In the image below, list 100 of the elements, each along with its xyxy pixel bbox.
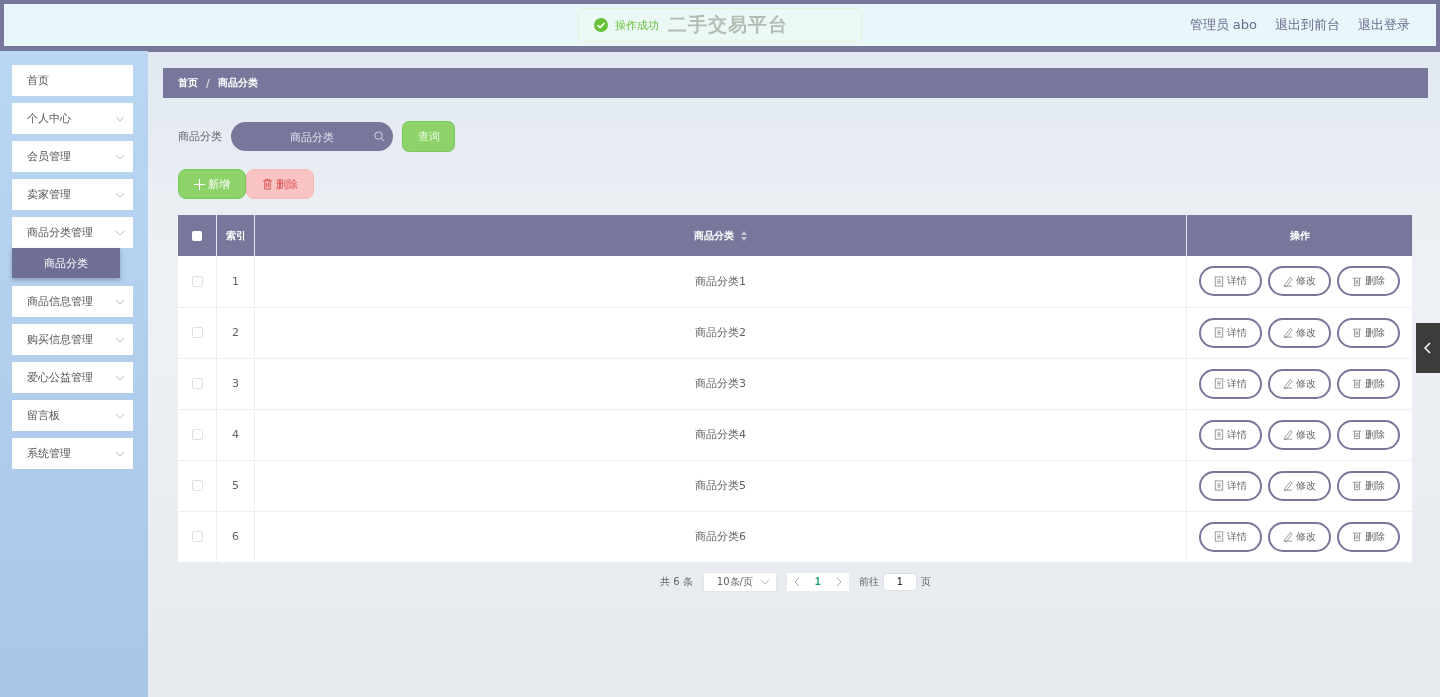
edit-button[interactable]: 修改 bbox=[1268, 521, 1331, 552]
sidebar-label: 留言板 bbox=[27, 408, 60, 423]
sidebar-item[interactable]: 爱心公益管理 bbox=[12, 362, 133, 393]
table-cell: 1 bbox=[232, 274, 239, 288]
detail-button[interactable]: 详情 bbox=[1199, 317, 1262, 348]
trash-icon bbox=[1352, 429, 1362, 440]
row-checkbox[interactable] bbox=[191, 327, 203, 338]
table-cell: 商品分类1 bbox=[695, 274, 746, 288]
header-link[interactable]: 退出到前台 bbox=[1275, 16, 1340, 34]
table-cell: 商品分类4 bbox=[695, 428, 746, 441]
row-checkbox[interactable] bbox=[191, 378, 203, 389]
sidebar-item[interactable]: 留言板 bbox=[12, 400, 133, 431]
detail-button[interactable]: 详情 bbox=[1199, 419, 1262, 450]
breadcrumb-item[interactable]: 首页 bbox=[178, 76, 198, 90]
header-checkbox[interactable] bbox=[192, 230, 202, 241]
row-checkbox[interactable] bbox=[191, 480, 203, 491]
table-cell: 商品分类6 bbox=[695, 530, 746, 543]
sidebar-label: 爱心公益管理 bbox=[27, 370, 93, 385]
table-cell: 2 bbox=[232, 326, 239, 339]
document-icon bbox=[1214, 531, 1224, 542]
document-icon bbox=[1214, 378, 1224, 389]
edit-button[interactable]: 修改 bbox=[1268, 419, 1331, 450]
sidebar-item[interactable]: 商品分类管理 bbox=[12, 217, 133, 248]
chevron-down-icon bbox=[759, 578, 770, 585]
edit-button[interactable]: 修改 bbox=[1268, 470, 1331, 501]
sidebar-item[interactable]: 购买信息管理 bbox=[12, 324, 133, 355]
search-icon bbox=[374, 131, 385, 142]
sidebar-item[interactable]: 卖家管理 bbox=[12, 179, 133, 210]
trash-icon bbox=[1352, 480, 1362, 491]
delete-button[interactable]: 删除 bbox=[1337, 266, 1400, 297]
trash-icon bbox=[1352, 378, 1362, 389]
sidebar-subitem[interactable]: 商品分类 bbox=[12, 248, 120, 278]
sidebar-label: 会员管理 bbox=[27, 149, 71, 164]
search-label: 商品分类 bbox=[178, 129, 222, 144]
table-cell: 商品分类5 bbox=[695, 479, 746, 492]
detail-button[interactable]: 详情 bbox=[1199, 521, 1262, 552]
sidebar-label: 商品分类管理 bbox=[27, 225, 93, 240]
page-input[interactable]: 1 bbox=[882, 572, 917, 591]
row-checkbox[interactable] bbox=[191, 429, 203, 440]
breadcrumb-separator: / bbox=[206, 77, 210, 89]
column-header: 索引 bbox=[216, 215, 255, 256]
detail-button[interactable]: 详情 bbox=[1199, 368, 1262, 399]
row-checkbox[interactable] bbox=[191, 531, 203, 542]
total-count: 共 6 条 bbox=[660, 574, 693, 589]
delete-button[interactable]: 删除 bbox=[1337, 368, 1400, 399]
sidebar-item[interactable]: 个人中心 bbox=[12, 103, 133, 134]
chevron-down-icon bbox=[115, 229, 125, 236]
chevron-right-icon bbox=[835, 576, 842, 587]
goto-label: 前往 bbox=[858, 574, 879, 589]
site-title: 二手交易平台 bbox=[668, 12, 788, 37]
trash-icon bbox=[262, 178, 273, 190]
detail-button[interactable]: 详情 bbox=[1199, 266, 1262, 297]
column-header: 商品分类 bbox=[254, 215, 1187, 256]
chevron-down-icon bbox=[115, 412, 125, 419]
plus-icon bbox=[194, 178, 205, 190]
detail-button[interactable]: 详情 bbox=[1199, 470, 1262, 501]
sidebar-label: 首页 bbox=[27, 73, 49, 88]
trash-icon bbox=[1352, 531, 1362, 542]
pencil-icon bbox=[1283, 378, 1293, 389]
sidebar-label: 商品信息管理 bbox=[27, 294, 93, 309]
table-cell: 4 bbox=[232, 428, 239, 441]
chevron-down-icon bbox=[115, 115, 125, 122]
sidebar-item[interactable]: 首页 bbox=[12, 65, 133, 96]
trash-icon bbox=[1352, 327, 1362, 338]
document-icon bbox=[1214, 275, 1224, 287]
sidebar-item[interactable]: 系统管理 bbox=[12, 438, 133, 469]
edit-button[interactable]: 修改 bbox=[1268, 368, 1331, 399]
pencil-icon bbox=[1283, 327, 1293, 338]
chevron-down-icon bbox=[115, 191, 125, 198]
row-checkbox[interactable] bbox=[191, 275, 203, 287]
pencil-icon bbox=[1283, 480, 1293, 491]
delete-button[interactable]: 删除 bbox=[1337, 470, 1400, 501]
header-link[interactable]: 退出登录 bbox=[1358, 16, 1410, 34]
sidebar-label: 系统管理 bbox=[27, 446, 71, 461]
table-cell: 商品分类2 bbox=[695, 326, 746, 339]
collapse-tab[interactable] bbox=[1416, 323, 1440, 373]
delete-button[interactable]: 删除 bbox=[1337, 419, 1400, 450]
delete-button[interactable]: 删除 bbox=[1337, 521, 1400, 552]
delete-button[interactable]: 删除 bbox=[1337, 317, 1400, 348]
chevron-down-icon bbox=[115, 298, 125, 305]
page-suffix: 页 bbox=[920, 574, 931, 589]
sidebar-label: 个人中心 bbox=[27, 111, 71, 126]
table-cell: 5 bbox=[232, 479, 239, 492]
document-icon bbox=[1214, 327, 1224, 338]
pencil-icon bbox=[1283, 531, 1293, 542]
chevron-left-icon bbox=[1424, 342, 1432, 354]
edit-button[interactable]: 修改 bbox=[1268, 317, 1331, 348]
sidebar-item[interactable]: 会员管理 bbox=[12, 141, 133, 172]
header-link[interactable]: 管理员 abo bbox=[1189, 16, 1257, 34]
edit-button[interactable]: 修改 bbox=[1268, 266, 1331, 297]
document-icon bbox=[1214, 480, 1224, 491]
chevron-down-icon bbox=[115, 336, 125, 343]
sort-icon bbox=[739, 230, 748, 241]
breadcrumb-item[interactable]: 商品分类 bbox=[217, 76, 258, 90]
chevron-down-icon bbox=[115, 450, 125, 457]
search-field[interactable]: 商品分类 bbox=[231, 122, 393, 151]
page-size-select[interactable]: 10条/页 bbox=[702, 571, 777, 592]
pencil-icon bbox=[1283, 275, 1293, 287]
chevron-down-icon bbox=[115, 153, 125, 160]
sidebar-item[interactable]: 商品信息管理 bbox=[12, 286, 133, 317]
